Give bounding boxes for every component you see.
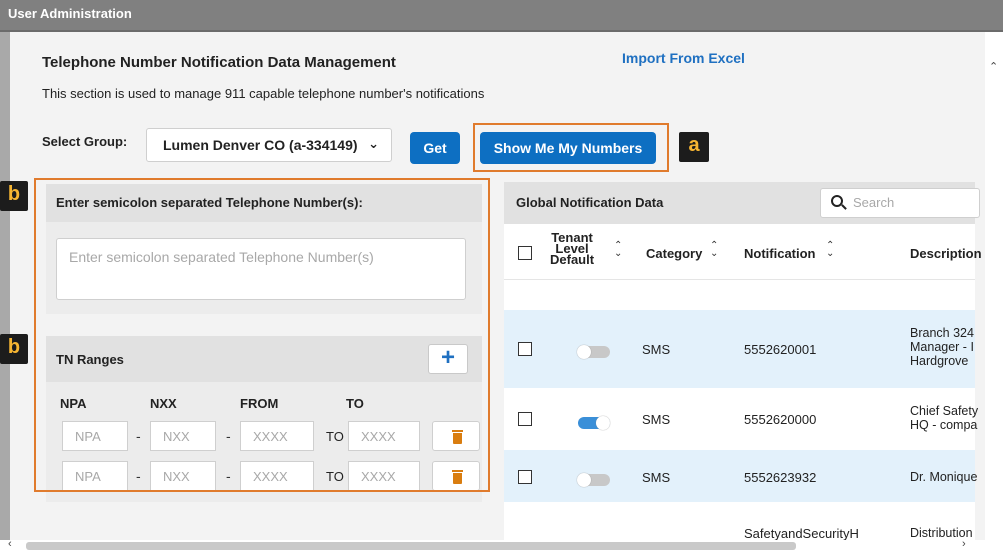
table-header-row: Tenant Level Default ⌃ ⌄ Category ⌃ ⌄ Noti… [504, 224, 982, 280]
description-line: HQ - compa [910, 418, 978, 432]
chevron-down-icon: ⌄ [368, 136, 379, 151]
category-cell: SMS [642, 470, 671, 485]
scroll-right-icon[interactable]: › [962, 538, 966, 550]
horizontal-scrollbar[interactable]: ‹ › [0, 538, 1003, 552]
scroll-left-icon[interactable]: ‹ [8, 538, 12, 550]
col-header-category[interactable]: Category [646, 246, 702, 261]
description-line: Branch 324 [910, 326, 974, 340]
notification-cell: 5552620000 [744, 412, 817, 427]
row-checkbox[interactable] [518, 470, 532, 484]
select-all-checkbox[interactable] [518, 246, 532, 260]
col-header-tenant-default[interactable]: Tenant Level Default [550, 231, 595, 267]
vertical-scrollbar[interactable]: ⌃ ⌄ [985, 32, 1003, 547]
import-from-excel-link[interactable]: Import From Excel [622, 50, 745, 66]
sort-icon[interactable]: ⌃ ⌄ [710, 241, 718, 259]
scroll-up-icon[interactable]: ⌃ [989, 60, 998, 73]
col-header-notification[interactable]: Notification [744, 246, 816, 261]
callout-badge-a: a [679, 132, 709, 162]
description-cell: Branch 324 Manager - I Hardgrove [910, 326, 974, 368]
description-line: Manager - I [910, 340, 974, 354]
group-select[interactable]: Lumen Denver CO (a-334149) ⌄ [146, 128, 392, 162]
table-row[interactable]: SMS 5552620000 Chief Safety HQ - compa [504, 388, 978, 450]
table-row[interactable]: SMS 5552623932 Dr. Monique [504, 450, 977, 502]
window-titlebar: User Administration [0, 0, 1003, 32]
row-checkbox[interactable] [518, 342, 532, 356]
col-header-description[interactable]: Description [910, 246, 982, 261]
row-checkbox[interactable] [518, 412, 532, 426]
description-line: Chief Safety [910, 404, 979, 418]
page-title: Telephone Number Notification Data Manag… [42, 54, 396, 71]
default-toggle[interactable] [578, 416, 610, 430]
description-line: Hardgrove [910, 354, 969, 368]
sort-icon[interactable]: ⌃ ⌄ [614, 241, 622, 259]
notification-cell: SafetyandSecurityH [744, 526, 859, 540]
callout-frame-b [34, 178, 490, 492]
default-toggle[interactable] [577, 345, 610, 359]
window-left-border [0, 32, 10, 552]
description-line: Dr. Monique [910, 470, 978, 484]
table-row[interactable]: SafetyandSecurityH Distribution [504, 502, 975, 540]
group-select-value: Lumen Denver CO (a-334149) [163, 137, 358, 153]
scrollbar-thumb[interactable] [26, 542, 796, 550]
default-toggle[interactable] [577, 473, 610, 487]
show-me-my-numbers-button[interactable]: Show Me My Numbers [480, 132, 656, 164]
category-cell: SMS [642, 342, 671, 357]
sort-icon[interactable]: ⌃ ⌄ [826, 241, 834, 259]
description-cell: Dr. Monique [910, 470, 977, 484]
search-input[interactable]: Search [820, 188, 980, 218]
toggle-knob [577, 345, 591, 359]
callout-badge-b: b [0, 334, 28, 364]
window-title: User Administration [8, 6, 132, 21]
get-button[interactable]: Get [410, 132, 460, 164]
select-group-label: Select Group: [42, 134, 128, 149]
toggle-knob [577, 473, 591, 487]
callout-badge-b: b [0, 181, 28, 211]
table-row[interactable]: SMS 5552620001 Branch 324 Manager - I Ha… [504, 310, 975, 388]
notification-cell: 5552620001 [744, 342, 817, 357]
global-notification-header: Global Notification Data Search [504, 182, 980, 224]
toggle-knob [596, 416, 610, 430]
category-cell: SMS [642, 412, 671, 427]
global-notification-title: Global Notification Data [516, 195, 664, 210]
page-description: This section is used to manage 911 capab… [42, 86, 485, 101]
search-placeholder: Search [853, 195, 895, 210]
tenant-header-line: Default [550, 252, 595, 267]
notification-cell: 5552623932 [744, 470, 817, 485]
description-cell: Chief Safety HQ - compa [910, 404, 978, 432]
search-icon-handle [841, 204, 847, 210]
